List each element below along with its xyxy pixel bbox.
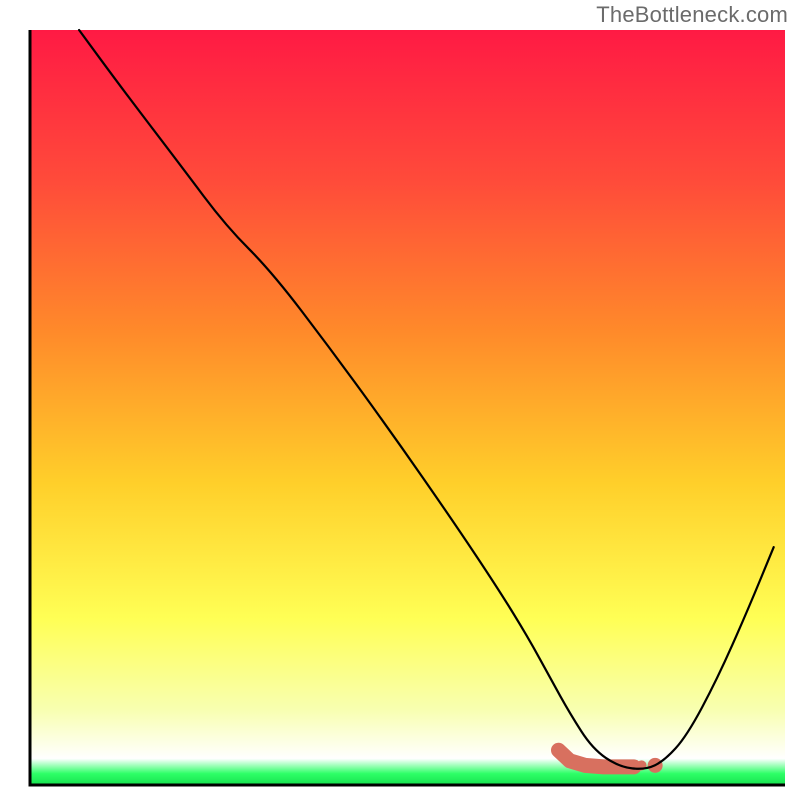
watermark-text: TheBottleneck.com — [596, 2, 788, 28]
chart-container: TheBottleneck.com — [0, 0, 800, 800]
gradient-background — [30, 30, 785, 785]
bottleneck-chart — [0, 0, 800, 800]
